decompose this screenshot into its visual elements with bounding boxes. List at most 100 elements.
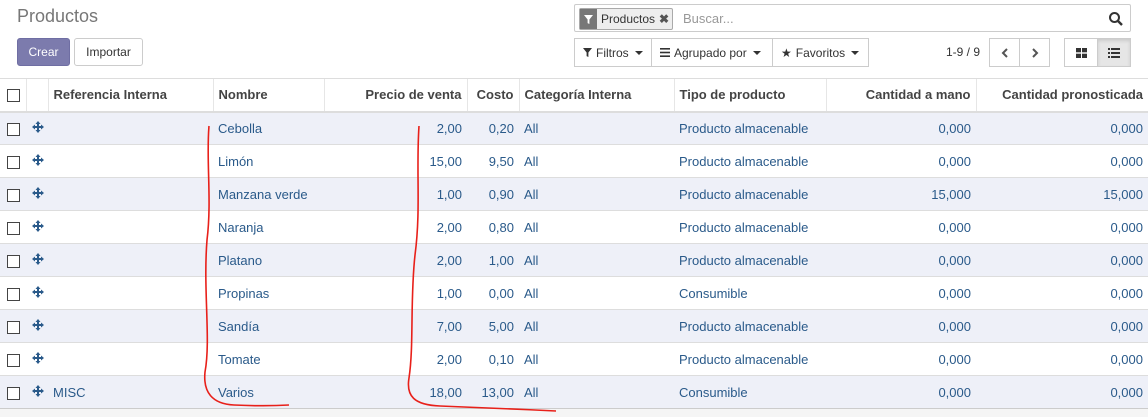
table-row[interactable]: Manzana verde 1,00 0,90 All Producto almacen…: [0, 177, 1148, 211]
import-button[interactable]: Importar: [74, 38, 143, 66]
column-header-type[interactable]: Tipo de producto: [673, 78, 826, 113]
column-header-category[interactable]: Categoría Interna: [518, 78, 674, 113]
row-checkbox[interactable]: [7, 188, 20, 202]
row-checkbox-cell[interactable]: [0, 210, 26, 244]
move-arrows-icon[interactable]: [32, 120, 44, 133]
cell-category: All: [519, 177, 674, 211]
cell-name: Naranja: [213, 210, 324, 244]
row-checkbox-cell[interactable]: [0, 177, 26, 211]
filter-icon: [583, 48, 592, 57]
drag-handle-cell[interactable]: [26, 375, 48, 409]
pager-next-button[interactable]: [1019, 38, 1050, 67]
cell-cost: 0,10: [467, 342, 519, 376]
select-all-checkbox-cell[interactable]: [0, 78, 26, 113]
table-body: Cebolla 2,00 0,20 All Producto almacenable 0,…: [0, 111, 1148, 417]
select-all-checkbox[interactable]: [7, 89, 20, 103]
table-row[interactable]: Limón 15,00 9,50 All Producto almacenable 0,0…: [0, 144, 1148, 178]
cell-qty-hand: 0,000: [826, 111, 976, 145]
cell-price: 7,00: [324, 309, 467, 343]
cell-qty-forecast: 0,000: [976, 144, 1148, 178]
search-icon[interactable]: [1108, 11, 1124, 27]
group-by-dropdown[interactable]: Agrupado por: [651, 38, 773, 67]
table-row[interactable]: Propinas 1,00 0,00 All Consumible 0,000 0,000: [0, 276, 1148, 310]
row-checkbox-cell[interactable]: [0, 276, 26, 310]
table-row[interactable]: Cebolla 2,00 0,20 All Producto almacenable 0,…: [0, 111, 1148, 145]
row-checkbox-cell[interactable]: [0, 342, 26, 376]
cell-qty-forecast: 0,000: [976, 309, 1148, 343]
pager-previous-button[interactable]: [989, 38, 1020, 67]
filters-dropdown[interactable]: Filtros: [574, 38, 652, 67]
table-row[interactable]: MISC Varios 18,00 13,00 All Consumible 0,000 0,…: [0, 375, 1148, 409]
table-row[interactable]: Tomate 2,00 0,10 All Producto almacenable 0,0…: [0, 342, 1148, 376]
column-header-ref[interactable]: Referencia Interna: [47, 78, 213, 113]
move-arrows-icon[interactable]: [32, 351, 44, 364]
cell-qty-forecast: 0,000: [976, 375, 1148, 409]
handle-column-header: [25, 78, 48, 113]
page-title: Productos: [17, 6, 99, 26]
cell-ref: [48, 243, 213, 277]
cell-price: 2,00: [324, 210, 467, 244]
cell-type: Consumible: [674, 375, 826, 409]
column-header-price[interactable]: Precio de venta: [323, 78, 467, 113]
move-arrows-icon[interactable]: [32, 186, 44, 199]
control-panel: Productos Crear Importar Productos ✖ Fil…: [0, 0, 1148, 78]
kanban-view-button[interactable]: [1064, 38, 1098, 67]
column-header-cost[interactable]: Costo: [466, 78, 519, 113]
row-checkbox[interactable]: [7, 353, 20, 367]
cell-ref: [48, 276, 213, 310]
list-view-button[interactable]: [1097, 38, 1131, 67]
cell-price: 15,00: [324, 144, 467, 178]
cell-price: 2,00: [324, 243, 467, 277]
drag-handle-cell[interactable]: [26, 243, 48, 277]
table-footer-row: [0, 408, 1148, 417]
search-input[interactable]: [683, 8, 1083, 28]
column-header-qty-forecast[interactable]: Cantidad pronosticada: [975, 78, 1148, 113]
cell-category: All: [519, 276, 674, 310]
close-icon[interactable]: ✖: [659, 9, 672, 29]
drag-handle-cell[interactable]: [26, 144, 48, 178]
row-checkbox-cell[interactable]: [0, 375, 26, 409]
cell-price: 1,00: [324, 177, 467, 211]
move-arrows-icon[interactable]: [32, 252, 44, 265]
cell-qty-hand: 0,000: [826, 144, 976, 178]
cell-cost: 0,20: [467, 111, 519, 145]
row-checkbox[interactable]: [7, 221, 20, 235]
column-header-qty-hand[interactable]: Cantidad a mano: [825, 78, 976, 113]
drag-handle-cell[interactable]: [26, 276, 48, 310]
row-checkbox[interactable]: [7, 287, 20, 301]
move-arrows-icon[interactable]: [32, 384, 44, 397]
row-checkbox-cell[interactable]: [0, 309, 26, 343]
cell-qty-forecast: 15,000: [976, 177, 1148, 211]
move-arrows-icon[interactable]: [32, 153, 44, 166]
cell-price: 18,00: [324, 375, 467, 409]
move-arrows-icon[interactable]: [32, 219, 44, 232]
row-checkbox[interactable]: [7, 122, 20, 136]
drag-handle-cell[interactable]: [26, 342, 48, 376]
row-checkbox[interactable]: [7, 320, 20, 334]
pager-value[interactable]: 1-9 / 9: [946, 45, 980, 59]
cell-qty-hand: 0,000: [826, 309, 976, 343]
filter-icon: [580, 9, 597, 29]
favorites-dropdown[interactable]: ★ Favoritos: [772, 38, 869, 67]
column-header-name[interactable]: Nombre: [212, 78, 324, 113]
cell-type: Producto almacenable: [674, 144, 826, 178]
move-arrows-icon[interactable]: [32, 318, 44, 331]
create-button[interactable]: Crear: [17, 38, 70, 66]
cell-category: All: [519, 144, 674, 178]
row-checkbox[interactable]: [7, 155, 20, 169]
drag-handle-cell[interactable]: [26, 177, 48, 211]
cell-price: 2,00: [324, 111, 467, 145]
table-row[interactable]: Platano 2,00 1,00 All Producto almacenable 0,…: [0, 243, 1148, 277]
drag-handle-cell[interactable]: [26, 210, 48, 244]
table-row[interactable]: Sandía 7,00 5,00 All Producto almacenable 0,0…: [0, 309, 1148, 343]
row-checkbox-cell[interactable]: [0, 243, 26, 277]
move-arrows-icon[interactable]: [32, 285, 44, 298]
favorites-dropdown-label: Favoritos: [795, 45, 846, 60]
row-checkbox-cell[interactable]: [0, 144, 26, 178]
row-checkbox[interactable]: [7, 254, 20, 268]
table-row[interactable]: Naranja 2,00 0,80 All Producto almacenable 0,…: [0, 210, 1148, 244]
drag-handle-cell[interactable]: [26, 309, 48, 343]
drag-handle-cell[interactable]: [26, 111, 48, 145]
row-checkbox[interactable]: [7, 386, 20, 400]
row-checkbox-cell[interactable]: [0, 111, 26, 145]
